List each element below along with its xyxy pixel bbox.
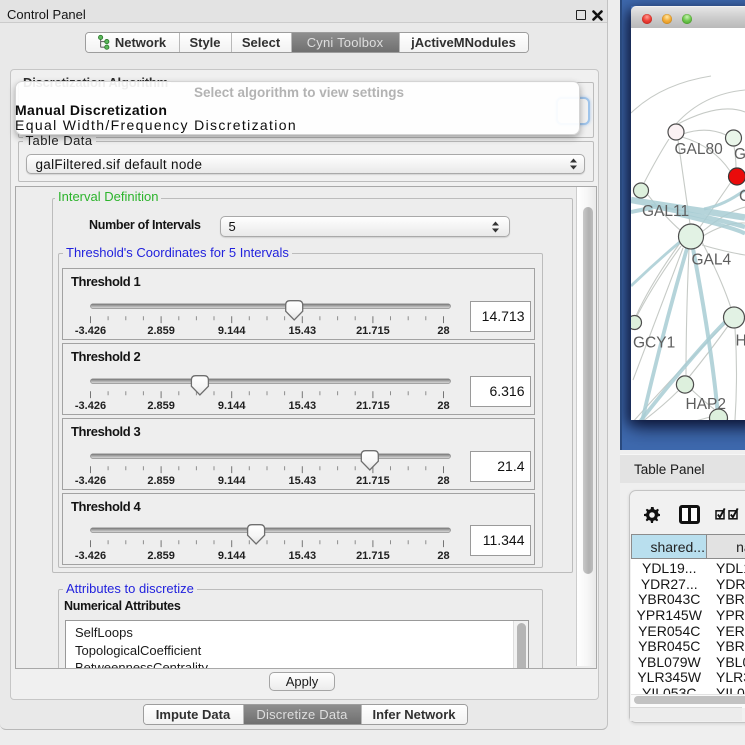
svg-text:GCY1: GCY1 (633, 335, 675, 352)
svg-text:C: C (739, 188, 745, 205)
svg-text:GAL11: GAL11 (642, 203, 689, 220)
svg-text:GA: GA (734, 146, 745, 163)
svg-text:GAL4: GAL4 (692, 252, 732, 269)
svg-text:GAL80: GAL80 (675, 141, 724, 158)
svg-text:H: H (736, 333, 745, 350)
svg-text:HAP2: HAP2 (686, 396, 727, 413)
